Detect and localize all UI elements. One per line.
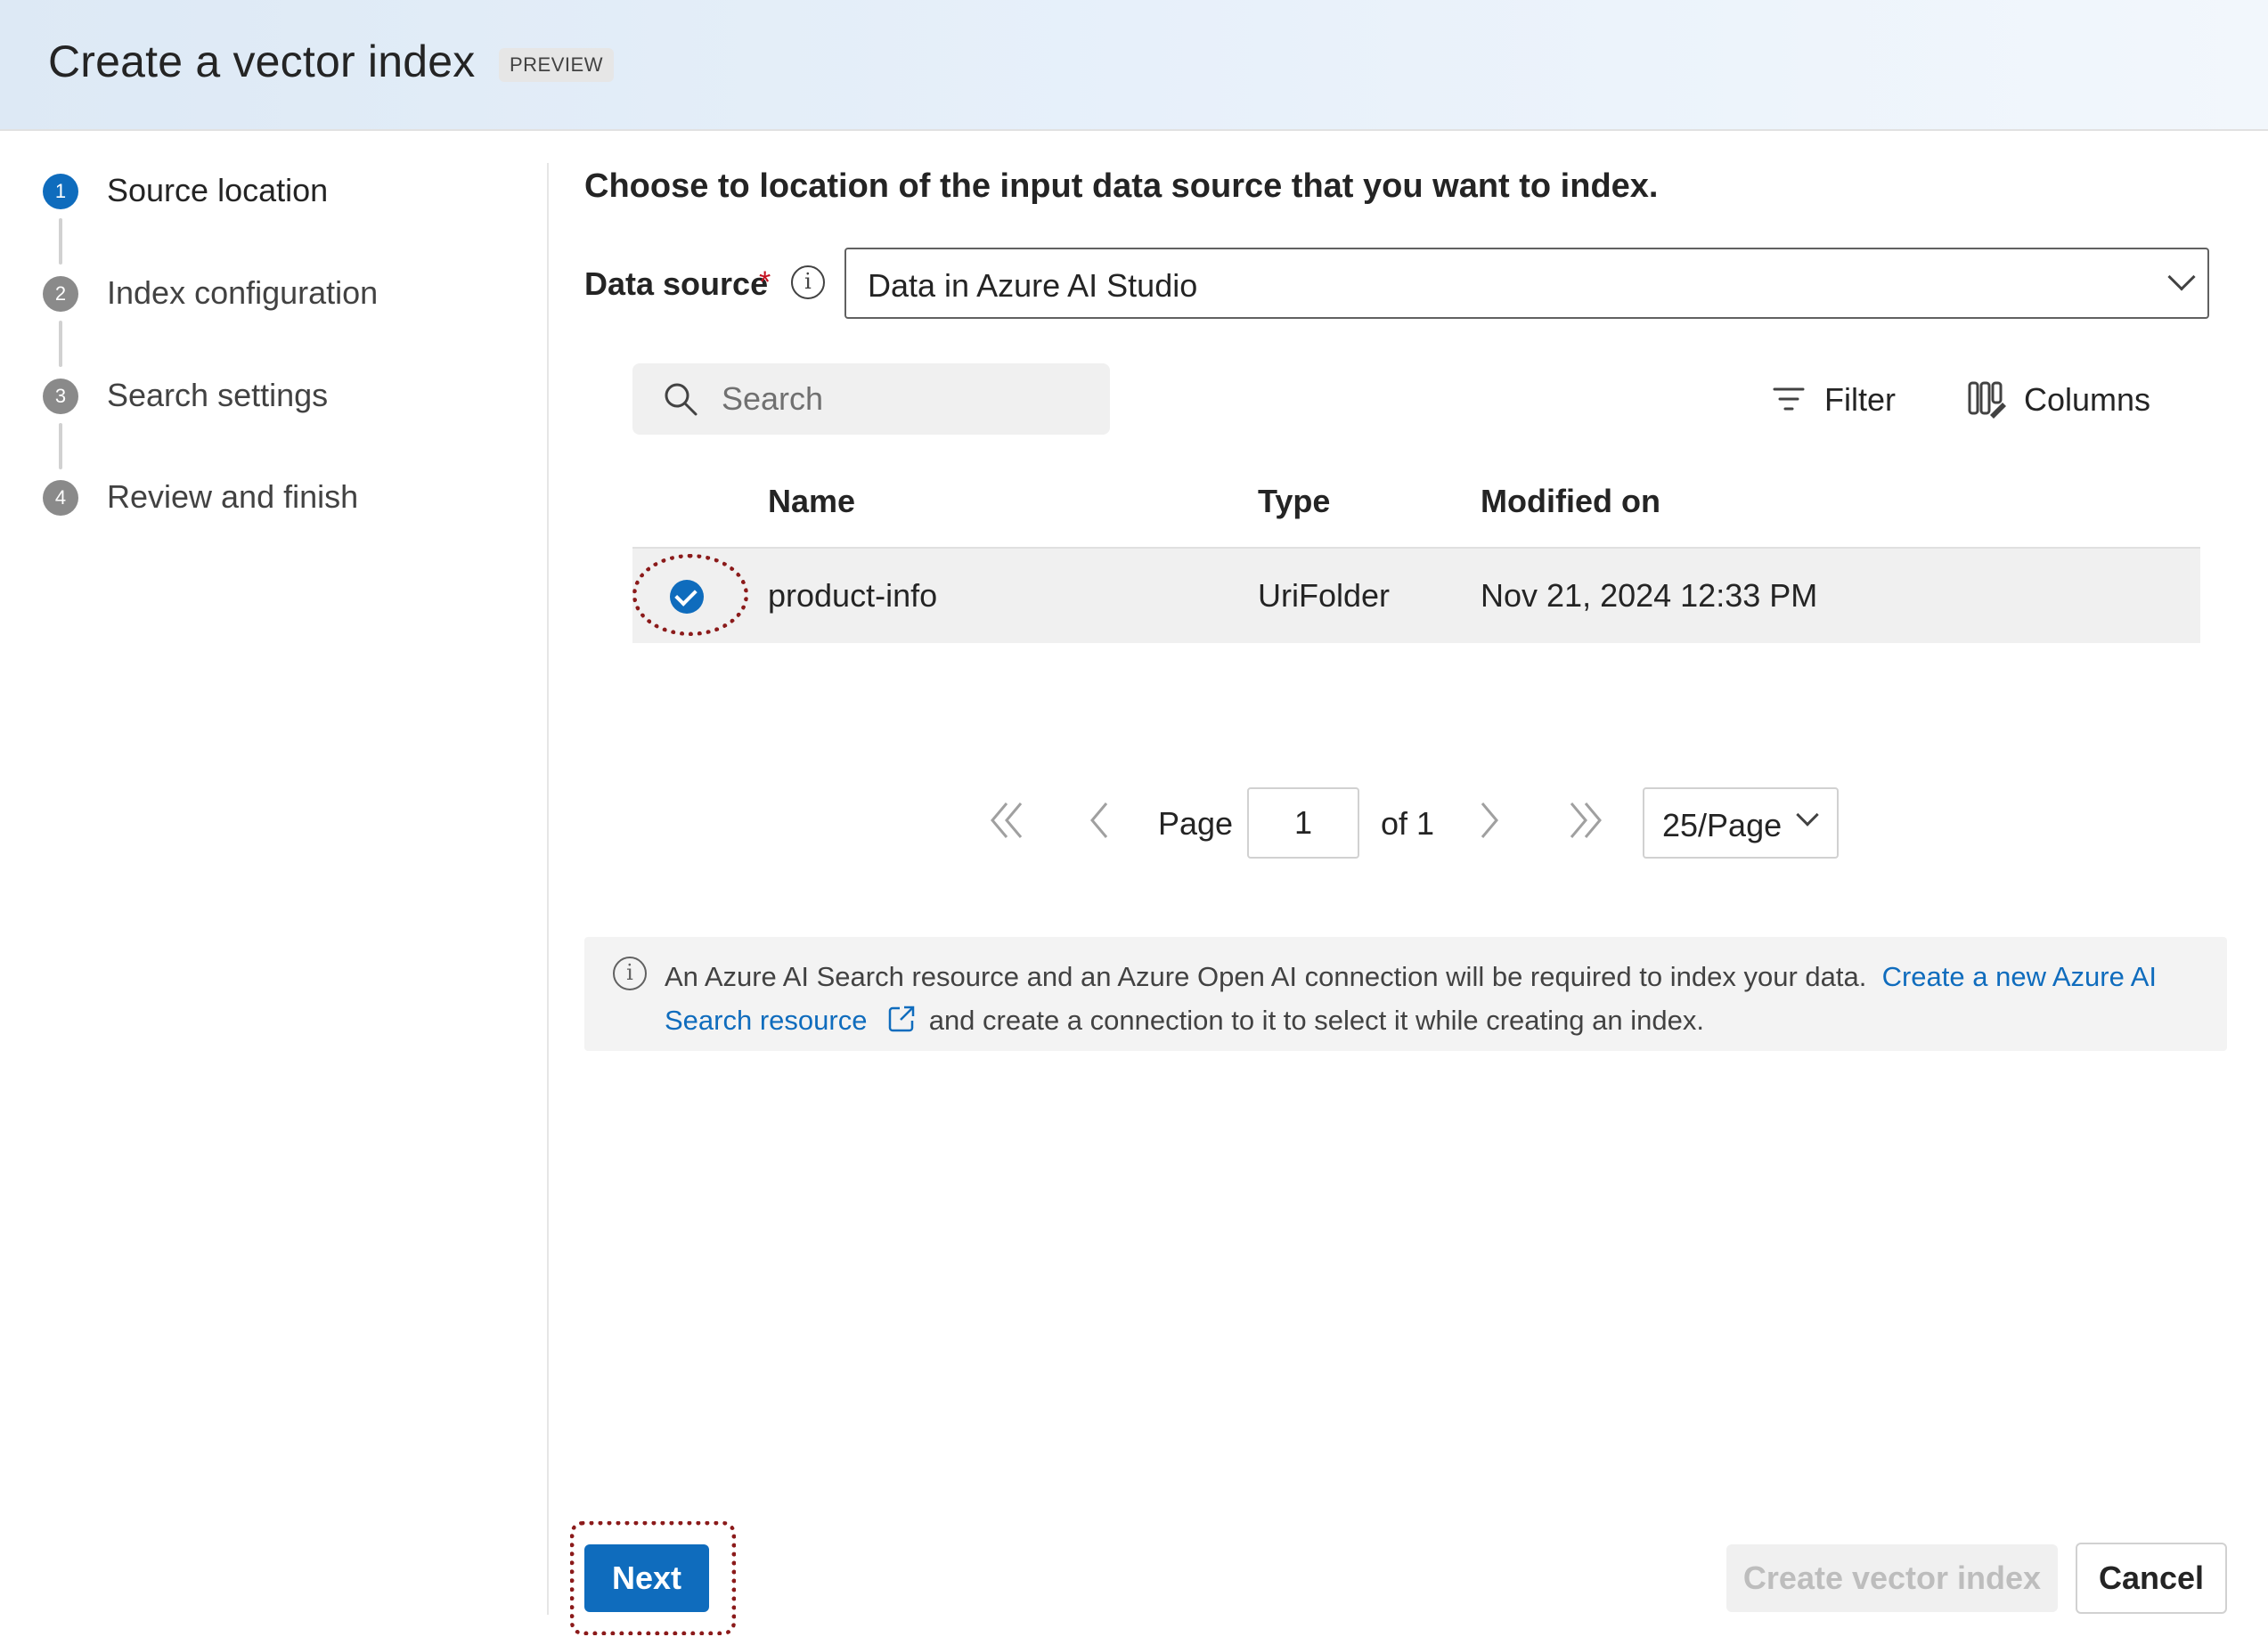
step-label: Review and finish xyxy=(107,478,359,515)
cell-modified: Nov 21, 2024 12:33 PM xyxy=(1481,577,1818,614)
step-label: Source location xyxy=(107,172,329,208)
step-number-badge: 3 xyxy=(43,379,78,414)
info-message-text-after: and create a connection to it to select … xyxy=(928,1005,1704,1036)
column-header-name[interactable]: Name xyxy=(768,483,855,520)
main-heading: Choose to location of the input data sou… xyxy=(584,167,1659,205)
create-vector-index-dialog: Create a vector index PREVIEW 1 Source l… xyxy=(0,0,2268,1637)
search-icon xyxy=(665,383,698,416)
panel-divider xyxy=(547,163,549,1615)
columns-button[interactable]: Columns xyxy=(1967,374,2154,424)
columns-label: Columns xyxy=(2024,381,2151,418)
cancel-button[interactable]: Cancel xyxy=(2076,1543,2227,1614)
cell-type: UriFolder xyxy=(1258,577,1391,614)
step-search-settings[interactable]: 3 Search settings xyxy=(43,370,506,423)
page-size-value: 25/Page xyxy=(1662,807,1783,843)
table-row[interactable]: product-info UriFolder Nov 21, 2024 12:3… xyxy=(632,549,2200,643)
data-source-selected-value: Data in Azure AI Studio xyxy=(868,267,1198,304)
filter-button[interactable]: Filter xyxy=(1771,374,1896,424)
step-number-badge: 1 xyxy=(43,174,78,209)
step-index-configuration[interactable]: 2 Index configuration xyxy=(43,267,506,321)
pagination: Page of 1 25/Page xyxy=(980,784,1853,859)
page-label: Page xyxy=(1158,805,1234,842)
column-header-modified[interactable]: Modified on xyxy=(1481,483,1660,520)
chevron-down-icon xyxy=(2167,263,2196,291)
columns-icon xyxy=(1968,381,2006,419)
info-message: An Azure AI Search resource and an Azure… xyxy=(665,955,2215,1042)
data-source-dropdown[interactable]: Data in Azure AI Studio xyxy=(844,248,2209,319)
next-page-icon[interactable] xyxy=(1477,798,1504,843)
filter-label: Filter xyxy=(1824,381,1896,418)
required-marker: * xyxy=(759,265,771,299)
next-button[interactable]: Next xyxy=(584,1544,709,1612)
step-number-badge: 2 xyxy=(43,276,78,312)
dialog-header: Create a vector index PREVIEW xyxy=(0,0,2268,131)
preview-badge: PREVIEW xyxy=(499,48,614,82)
page-size-dropdown[interactable]: 25/Page xyxy=(1643,787,1839,859)
step-label: Index configuration xyxy=(107,274,379,311)
create-vector-index-button[interactable]: Create vector index xyxy=(1726,1544,2058,1612)
info-icon: i xyxy=(613,957,647,990)
chevron-down-icon xyxy=(1796,803,1819,827)
step-connector xyxy=(59,321,62,367)
data-source-label: Data source xyxy=(584,265,769,302)
step-source-location[interactable]: 1 Source location xyxy=(43,165,506,218)
page-count: of 1 xyxy=(1381,805,1435,842)
external-link-icon[interactable] xyxy=(887,1005,916,1033)
step-review-and-finish[interactable]: 4 Review and finish xyxy=(43,471,506,525)
search-input[interactable] xyxy=(722,378,1096,420)
step-connector xyxy=(59,218,62,265)
step-connector xyxy=(59,423,62,469)
row-selected-checkbox[interactable] xyxy=(670,580,704,614)
info-icon[interactable]: i xyxy=(791,265,825,299)
cell-name: product-info xyxy=(768,577,938,614)
info-message-text: An Azure AI Search resource and an Azure… xyxy=(665,961,1867,992)
step-number-badge: 4 xyxy=(43,480,78,516)
dialog-title: Create a vector index xyxy=(48,37,476,86)
first-page-icon[interactable] xyxy=(987,798,1028,843)
step-label: Search settings xyxy=(107,377,329,413)
search-box[interactable] xyxy=(632,363,1110,435)
column-header-type[interactable]: Type xyxy=(1258,483,1330,520)
page-number-input[interactable] xyxy=(1247,787,1359,859)
info-message-bar: i An Azure AI Search resource and an Azu… xyxy=(584,937,2227,1051)
last-page-icon[interactable] xyxy=(1564,798,1605,843)
previous-page-icon[interactable] xyxy=(1085,798,1112,843)
filter-icon xyxy=(1773,387,1805,411)
